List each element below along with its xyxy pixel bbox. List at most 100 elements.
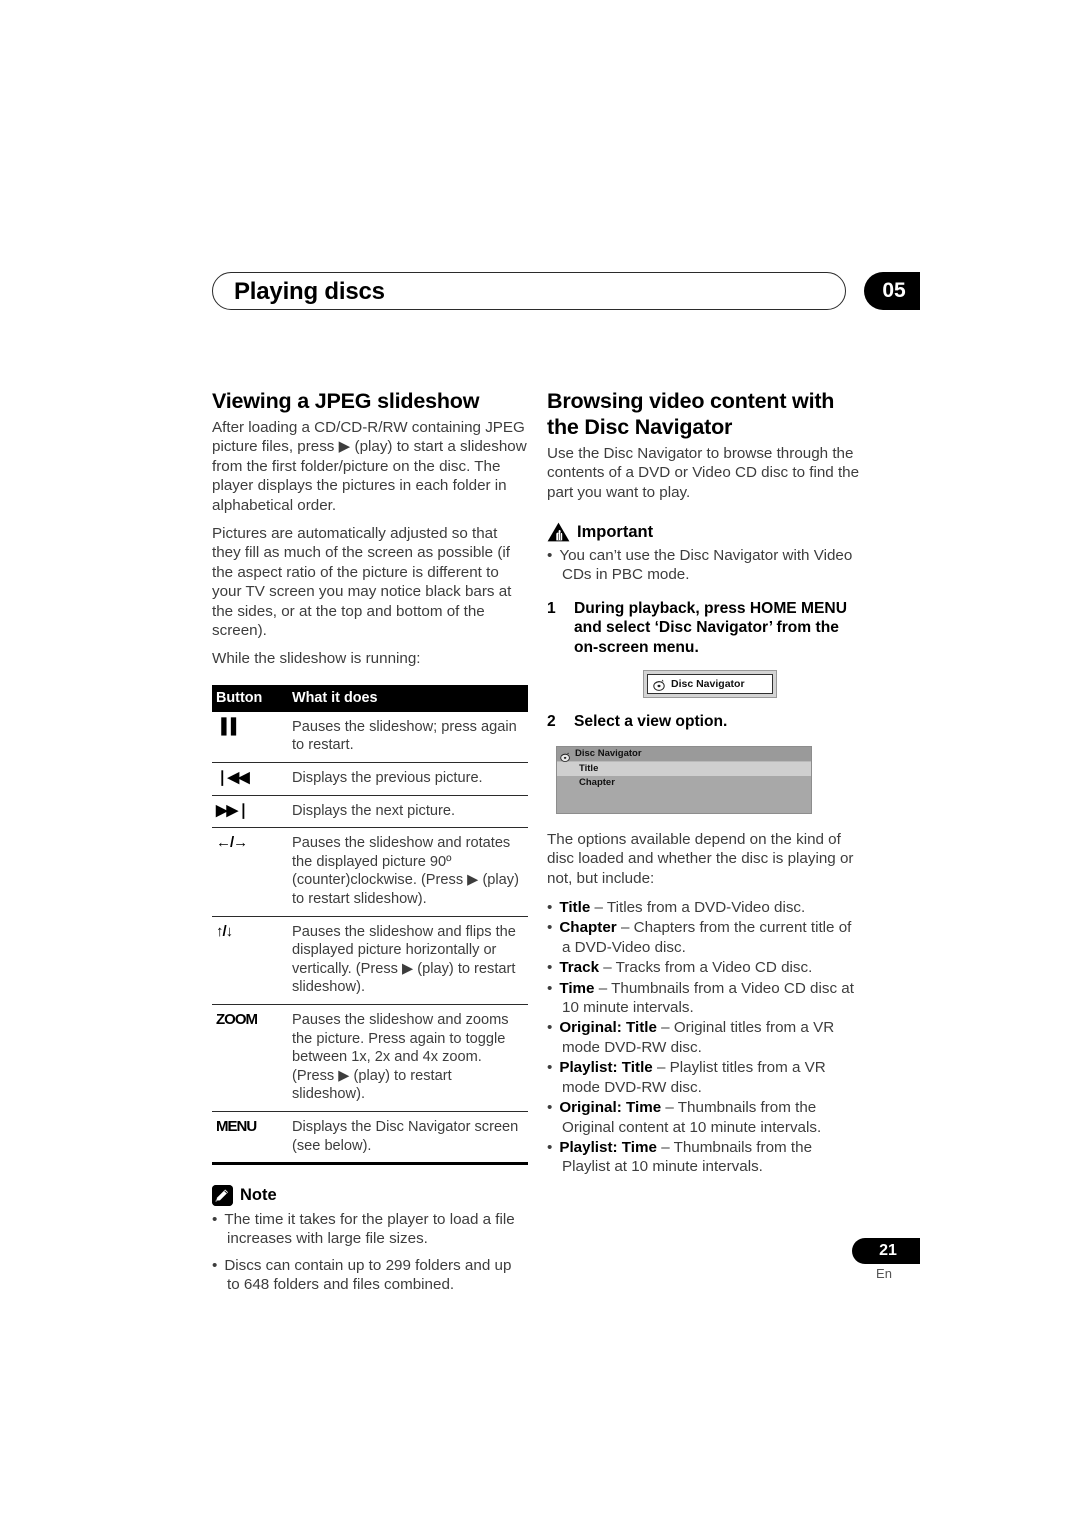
- osd-button-label: Disc Navigator: [671, 678, 745, 691]
- button-glyph: ←/→: [216, 834, 248, 852]
- note-item: Discs can contain up to 299 folders and …: [212, 1256, 528, 1294]
- table-body: ▐▐ Pauses the slideshow; press again to r…: [212, 711, 528, 1166]
- button-description: Pauses the slideshow and zooms the pictu…: [284, 1004, 528, 1112]
- chapter-number-tab: 05: [864, 272, 920, 310]
- jpeg-paragraph-1: After loading a CD/CD-R/RW containing JP…: [212, 419, 527, 514]
- jpeg-paragraph-2: Pictures are automatically adjusted so t…: [212, 525, 512, 640]
- important-label: Important: [577, 522, 654, 541]
- view-option-term: Chapter: [559, 919, 617, 937]
- important-item: You can’t use the Disc Navigator with Vi…: [547, 546, 863, 584]
- left-column: Viewing a JPEG slideshow After loading a…: [212, 388, 528, 1301]
- pencil-icon: [212, 1185, 233, 1207]
- warning-triangle-icon: [547, 522, 570, 542]
- table-row: ZOOM Pauses the slideshow and zooms the p…: [212, 1004, 528, 1112]
- up-down-arrow-button: ↑/↓: [212, 916, 284, 1006]
- table-row: ▐▐ Pauses the slideshow; press again to r…: [212, 711, 528, 764]
- page-title: Playing discs: [234, 278, 385, 305]
- view-option-item: Original: Time – Thumbnails from the Ori…: [547, 1098, 863, 1137]
- osd-disc-navigator-button-frame: Disc Navigator: [643, 670, 777, 699]
- step-2: 2 Select a view option.: [547, 712, 863, 732]
- view-option-desc: – Tracks from a Video CD disc.: [599, 959, 813, 977]
- step-1: 1 During playback, press HOME MENU and se…: [547, 599, 863, 658]
- view-option-item: Playlist: Title – Playlist titles from a…: [547, 1058, 863, 1097]
- view-option-term: Original: Time: [559, 1099, 662, 1117]
- menu-button: MENU: [212, 1111, 284, 1166]
- pause-button: ▐▐: [212, 711, 284, 764]
- osd-disc-navigator-screen: Disc Navigator Title Chapter: [556, 745, 812, 814]
- table-row: ▶▶❘ Displays the next picture.: [212, 795, 528, 829]
- button-glyph: ▶▶❘: [216, 801, 250, 819]
- table-row: ❘◀◀ Displays the previous picture.: [212, 762, 528, 796]
- disc-navigator-intro: Use the Disc Navigator to browse through…: [547, 445, 860, 501]
- language-code: En: [876, 1266, 892, 1281]
- step-1-number: 1: [547, 599, 556, 617]
- osd-screen-title: Disc Navigator: [575, 748, 642, 760]
- button-description: Displays the previous picture.: [284, 762, 528, 796]
- button-description: Pauses the slideshow; press again to res…: [284, 711, 528, 764]
- table-col-button: Button: [212, 684, 284, 712]
- button-description: Pauses the slideshow and rotates the dis…: [284, 827, 528, 917]
- note-label: Note: [240, 1186, 277, 1205]
- view-option-desc: – Thumbnails from a Video CD disc at 10 …: [562, 979, 854, 1017]
- view-option-desc: – Titles from a DVD-Video disc.: [590, 899, 806, 917]
- step-2-number: 2: [547, 713, 556, 731]
- button-glyph: ▐▐: [216, 717, 236, 735]
- view-option-term: Playlist: Time: [559, 1138, 657, 1156]
- osd-screen-row-title[interactable]: Title: [557, 761, 811, 776]
- page-number-tab: 21: [852, 1238, 920, 1264]
- table-col-what-it-does: What it does: [284, 684, 528, 712]
- disc-icon: [653, 678, 666, 691]
- table-row: ↑/↓ Pauses the slideshow and flips the di…: [212, 916, 528, 1006]
- view-option-term: Time: [559, 979, 595, 997]
- view-option-item: Original: Title – Original titles from a…: [547, 1018, 863, 1057]
- view-option-term: Original: Title: [559, 1019, 657, 1037]
- previous-button: ❘◀◀: [212, 762, 284, 796]
- view-option-item: Playlist: Time – Thumbnails from the Pla…: [547, 1138, 863, 1177]
- important-list: You can’t use the Disc Navigator with Vi…: [547, 546, 863, 584]
- view-option-term: Track: [559, 959, 600, 977]
- button-glyph: ↑/↓: [216, 922, 233, 940]
- page-header: Playing discs 05: [212, 272, 920, 312]
- view-option-term: Playlist: Title: [559, 1059, 653, 1077]
- view-option-term: Title: [559, 899, 591, 917]
- button-glyph: ZOOM: [216, 1011, 258, 1028]
- left-right-arrow-button: ←/→: [212, 827, 284, 917]
- next-button: ▶▶❘: [212, 795, 284, 829]
- right-column: Browsing video content with the Disc Nav…: [547, 388, 863, 1178]
- chapter-number-label: 05: [882, 279, 906, 302]
- osd-screen-titlebar: Disc Navigator: [557, 746, 811, 762]
- table-row: ←/→ Pauses the slideshow and rotates the …: [212, 827, 528, 917]
- button-description: Pauses the slideshow and flips the displ…: [284, 916, 528, 1006]
- important-callout: Important You can’t use the Disc Navigat…: [547, 522, 863, 584]
- view-option-item: Track – Tracks from a Video CD disc.: [547, 958, 863, 977]
- jpeg-slideshow-heading: Viewing a JPEG slideshow: [212, 389, 480, 413]
- page-number-label: 21: [879, 1242, 897, 1259]
- note-callout-header: Note: [212, 1185, 528, 1207]
- button-description: Displays the next picture.: [284, 795, 528, 829]
- button-function-table: Button What it does ▐▐ Pauses the slidesh…: [212, 684, 528, 1166]
- osd-screen-row-chapter[interactable]: Chapter: [557, 775, 811, 790]
- table-header-row: Button What it does: [212, 684, 528, 712]
- note-item: The time it takes for the player to load…: [212, 1210, 528, 1248]
- step-1-text: During playback, press HOME MENU and sel…: [574, 599, 847, 657]
- table-header: Button What it does: [212, 684, 528, 712]
- note-callout: Note The time it takes for the player to…: [212, 1185, 528, 1294]
- important-callout-header: Important: [547, 522, 863, 542]
- step-2-text: Select a view option.: [574, 713, 728, 731]
- osd-screen-row-label: Chapter: [579, 777, 615, 789]
- button-description: Displays the Disc Navigator screen (see …: [284, 1111, 528, 1166]
- view-option-item: Chapter – Chapters from the current titl…: [547, 918, 863, 957]
- table-row: MENU Displays the Disc Navigator screen (…: [212, 1111, 528, 1166]
- jpeg-paragraph-3: While the slideshow is running:: [212, 650, 421, 668]
- button-glyph: MENU: [216, 1117, 257, 1135]
- osd-screen-row-label: Title: [579, 763, 599, 775]
- view-option-item: Time – Thumbnails from a Video CD disc a…: [547, 979, 863, 1018]
- options-intro: The options available depend on the kind…: [547, 830, 854, 887]
- zoom-button: ZOOM: [212, 1004, 284, 1112]
- note-list: The time it takes for the player to load…: [212, 1210, 528, 1294]
- button-glyph: ❘◀◀: [216, 769, 250, 787]
- disc-navigator-heading: Browsing video content with the Disc Nav…: [547, 389, 835, 439]
- osd-disc-navigator-button[interactable]: Disc Navigator: [647, 674, 773, 695]
- disc-icon: [560, 749, 571, 762]
- view-option-item: Title – Titles from a DVD-Video disc.: [547, 898, 863, 917]
